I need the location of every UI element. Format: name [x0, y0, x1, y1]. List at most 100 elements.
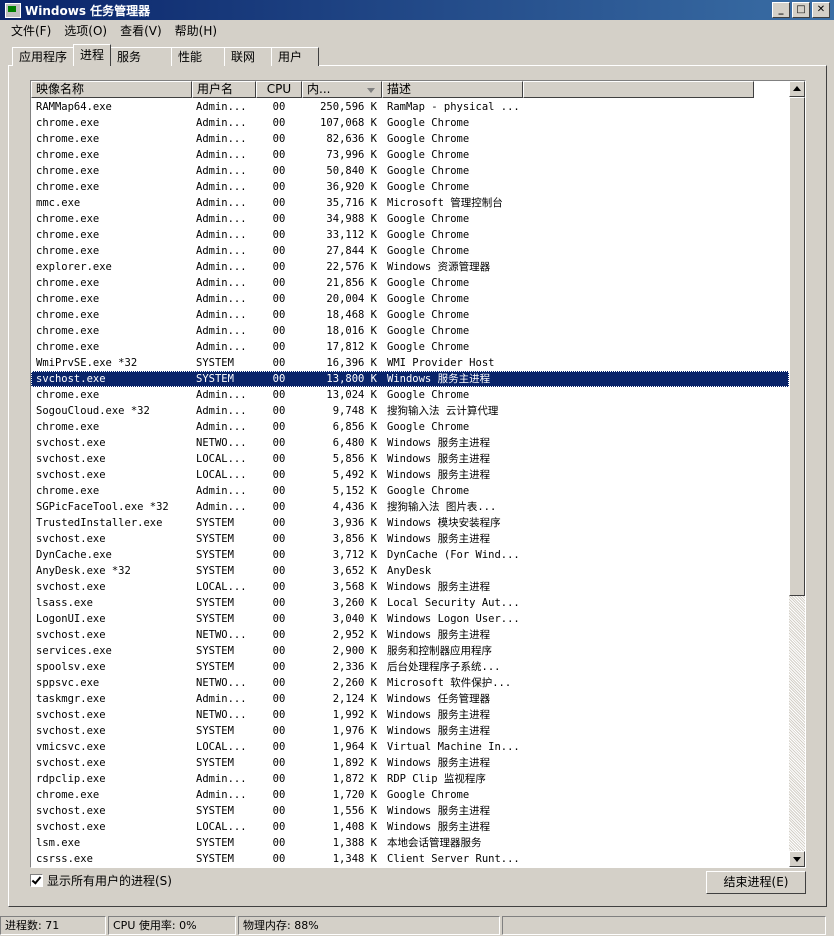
cell-cpu: 00	[272, 613, 286, 625]
process-row[interactable]: DynCache.exe SYSTEM 00 3,712 K DynCache (For…	[31, 547, 789, 563]
process-row[interactable]: svchost.exe SYSTEM 00 13,800 K Windows 服务主进程	[31, 371, 789, 387]
end-process-button[interactable]: 结束进程(E)	[706, 871, 806, 894]
process-row[interactable]: SogouCloud.exe *32 Admin... 00 9,748 K 搜狗输入法…	[31, 403, 789, 419]
process-row[interactable]: svchost.exe SYSTEM 00 1,976 K Windows 服务主进程	[31, 723, 789, 739]
process-row[interactable]: chrome.exe Admin... 00 27,844 K Google Chrom…	[31, 243, 789, 259]
cell-memory: 3,856 K	[332, 533, 377, 545]
tab-users[interactable]: 用户	[271, 47, 320, 66]
show-all-users-label[interactable]: 显示所有用户的进程(S)	[47, 872, 172, 889]
process-row[interactable]: svchost.exe SYSTEM 00 1,892 K Windows 服务主进程	[31, 755, 789, 771]
cell-user-name: Admin...	[196, 421, 247, 433]
process-row[interactable]: TrustedInstaller.exe SYSTEM 00 3,936 K Windo…	[31, 515, 789, 531]
cell-description: Local Security Aut...	[387, 597, 520, 609]
cell-image-name: svchost.exe	[36, 805, 106, 817]
process-row[interactable]: chrome.exe Admin... 00 18,016 K Google Chrom…	[31, 323, 789, 339]
maximize-button[interactable]: □	[792, 2, 810, 18]
process-row[interactable]: svchost.exe NETWO... 00 6,480 K Windows 服务主进…	[31, 435, 789, 451]
process-row[interactable]: vmicsvc.exe LOCAL... 00 1,964 K Virtual Mach…	[31, 739, 789, 755]
process-row[interactable]: chrome.exe Admin... 00 1,720 K Google Chrome	[31, 787, 789, 803]
column-cpu[interactable]: CPU	[256, 81, 302, 98]
scroll-down-button[interactable]	[789, 851, 805, 867]
process-row[interactable]: LogonUI.exe SYSTEM 00 3,040 K Windows Logon …	[31, 611, 789, 627]
process-row[interactable]: svchost.exe LOCAL... 00 1,408 K Windows 服务主进…	[31, 819, 789, 835]
process-row[interactable]: svchost.exe LOCAL... 00 5,856 K Windows 服务主进…	[31, 451, 789, 467]
tab-applications[interactable]: 应用程序	[12, 47, 75, 66]
cell-cpu: 00	[272, 645, 286, 657]
scroll-thumb[interactable]	[789, 97, 805, 596]
cell-memory: 33,112 K	[326, 229, 377, 241]
tab-services[interactable]: 服务	[110, 47, 173, 66]
process-row[interactable]: chrome.exe Admin... 00 50,840 K Google Chrom…	[31, 163, 789, 179]
process-row[interactable]: svchost.exe NETWO... 00 2,952 K Windows 服务主进…	[31, 627, 789, 643]
process-row[interactable]: svchost.exe SYSTEM 00 3,856 K Windows 服务主进程	[31, 531, 789, 547]
column-memory[interactable]: 内...	[302, 81, 382, 98]
cell-user-name: Admin...	[196, 501, 247, 513]
process-list[interactable]: 映像名称 用户名 CPU 内... 描述 RAMMap64.exe Admin..…	[30, 80, 806, 868]
cell-user-name: Admin...	[196, 117, 247, 129]
checkbox-checked-icon[interactable]	[30, 874, 43, 887]
process-row[interactable]: rdpclip.exe Admin... 00 1,872 K RDP Clip 监视程…	[31, 771, 789, 787]
minimize-button[interactable]: _	[772, 2, 790, 18]
process-row[interactable]: spoolsv.exe SYSTEM 00 2,336 K 后台处理程序子系统...	[31, 659, 789, 675]
show-all-users-checkbox[interactable]: 显示所有用户的进程(S)	[30, 872, 172, 889]
process-row[interactable]: AnyDesk.exe *32 SYSTEM 00 3,652 K AnyDesk	[31, 563, 789, 579]
menu-help[interactable]: 帮助(H)	[175, 22, 217, 39]
scroll-up-button[interactable]	[789, 81, 805, 97]
process-row[interactable]: chrome.exe Admin... 00 6,856 K Google Chrome	[31, 419, 789, 435]
process-row[interactable]: services.exe SYSTEM 00 2,900 K 服务和控制器应用程序	[31, 643, 789, 659]
cell-description: 服务和控制器应用程序	[387, 645, 492, 657]
process-row[interactable]: chrome.exe Admin... 00 5,152 K Google Chrome	[31, 483, 789, 499]
process-row[interactable]: RAMMap64.exe Admin... 00 250,596 K RamMap - …	[31, 99, 789, 115]
process-row[interactable]: mmc.exe Admin... 00 35,716 K Microsoft 管理控制台	[31, 195, 789, 211]
process-row[interactable]: explorer.exe Admin... 00 22,576 K Windows 资源…	[31, 259, 789, 275]
process-row[interactable]: svchost.exe NETWO... 00 1,992 K Windows 服务主进…	[31, 707, 789, 723]
process-row[interactable]: chrome.exe Admin... 00 17,812 K Google Chrom…	[31, 339, 789, 355]
menu-options[interactable]: 选项(O)	[64, 22, 107, 39]
cell-description: RDP Clip 监视程序	[387, 773, 486, 785]
process-row[interactable]: csrss.exe SYSTEM 00 1,348 K Client Server Ru…	[31, 851, 789, 867]
process-row[interactable]: chrome.exe Admin... 00 20,004 K Google Chrom…	[31, 291, 789, 307]
process-row[interactable]: taskmgr.exe Admin... 00 2,124 K Windows 任务管理…	[31, 691, 789, 707]
cell-image-name: RAMMap64.exe	[36, 101, 112, 113]
tab-performance[interactable]: 性能	[171, 47, 226, 66]
process-row[interactable]: chrome.exe Admin... 00 36,920 K Google Chrom…	[31, 179, 789, 195]
cell-user-name: SYSTEM	[196, 517, 234, 529]
process-row[interactable]: SGPicFaceTool.exe *32 Admin... 00 4,436 K 搜狗…	[31, 499, 789, 515]
cell-image-name: SogouCloud.exe *32	[36, 405, 150, 417]
column-user-name[interactable]: 用户名	[192, 81, 256, 98]
process-row[interactable]: chrome.exe Admin... 00 34,988 K Google Chrom…	[31, 211, 789, 227]
tab-processes[interactable]: 进程	[73, 44, 112, 66]
cell-cpu: 00	[272, 293, 286, 305]
process-row[interactable]: chrome.exe Admin... 00 33,112 K Google Chrom…	[31, 227, 789, 243]
process-row[interactable]: chrome.exe Admin... 00 13,024 K Google Chrom…	[31, 387, 789, 403]
menu-view[interactable]: 查看(V)	[120, 22, 162, 39]
process-row[interactable]: svchost.exe SYSTEM 00 1,556 K Windows 服务主进程	[31, 803, 789, 819]
cell-memory: 4,436 K	[332, 501, 377, 513]
cell-user-name: LOCAL...	[196, 453, 247, 465]
cell-memory: 1,348 K	[332, 853, 377, 865]
sort-descending-icon	[367, 88, 375, 93]
cell-cpu: 00	[272, 421, 286, 433]
process-row[interactable]: svchost.exe LOCAL... 00 5,492 K Windows 服务主进…	[31, 467, 789, 483]
cell-image-name: svchost.exe	[36, 821, 106, 833]
cell-memory: 50,840 K	[326, 165, 377, 177]
process-row[interactable]: WmiPrvSE.exe *32 SYSTEM 00 16,396 K WMI Prov…	[31, 355, 789, 371]
cell-image-name: sppsvc.exe	[36, 677, 100, 689]
process-row[interactable]: chrome.exe Admin... 00 18,468 K Google Chrom…	[31, 307, 789, 323]
process-row[interactable]: chrome.exe Admin... 00 73,996 K Google Chrom…	[31, 147, 789, 163]
process-row[interactable]: sppsvc.exe NETWO... 00 2,260 K Microsoft 软件保…	[31, 675, 789, 691]
cell-user-name: Admin...	[196, 165, 247, 177]
close-button[interactable]: ✕	[812, 2, 830, 18]
process-row[interactable]: lsm.exe SYSTEM 00 1,388 K 本地会话管理器服务	[31, 835, 789, 851]
tab-networking[interactable]: 联网	[224, 47, 273, 66]
cell-description: Google Chrome	[387, 325, 470, 337]
column-description[interactable]: 描述	[382, 81, 523, 98]
vertical-scrollbar[interactable]	[789, 81, 805, 867]
process-row[interactable]: svchost.exe LOCAL... 00 3,568 K Windows 服务主进…	[31, 579, 789, 595]
process-row[interactable]: chrome.exe Admin... 00 82,636 K Google Chrom…	[31, 131, 789, 147]
process-row[interactable]: chrome.exe Admin... 00 21,856 K Google Chrom…	[31, 275, 789, 291]
column-image-name[interactable]: 映像名称	[31, 81, 192, 98]
process-row[interactable]: chrome.exe Admin... 00 107,068 K Google Chro…	[31, 115, 789, 131]
process-row[interactable]: lsass.exe SYSTEM 00 3,260 K Local Security A…	[31, 595, 789, 611]
menu-file[interactable]: 文件(F)	[11, 22, 51, 39]
